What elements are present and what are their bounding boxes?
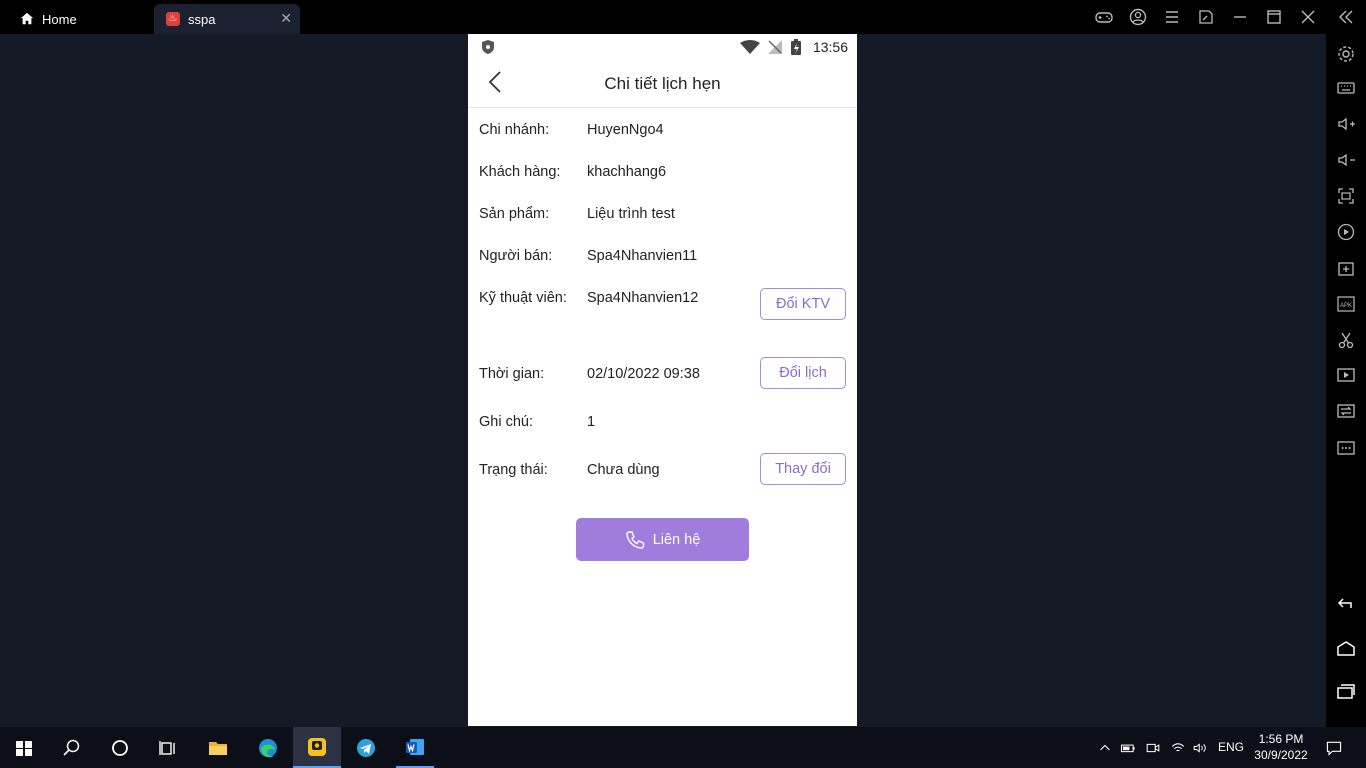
seller-value: Spa4Nhanvien11 [587,248,698,264]
customer-value: khachhang6 [587,164,667,180]
edge-browser-icon[interactable] [250,727,286,768]
apk-install-icon[interactable]: APK [1335,293,1357,315]
notification-center-icon[interactable] [1322,727,1346,768]
close-tab-icon[interactable]: ✕ [280,11,292,25]
windows-start-icon[interactable] [8,727,40,768]
home-icon [20,12,34,25]
file-explorer-icon[interactable] [200,727,236,768]
more-icon[interactable] [1335,437,1357,459]
technician-label: Kỹ thuật viên: [479,290,567,306]
branch-label: Chi nhánh: [479,122,550,138]
record-icon[interactable] [1335,221,1357,243]
tab-sspa[interactable]: ♨ sspa ✕ [154,4,300,34]
change-status-button[interactable]: Thay đổi [760,453,846,485]
android-recents-icon[interactable] [1335,680,1357,702]
task-view-icon[interactable] [152,727,184,768]
phone-icon [626,530,644,549]
clock-time: 1:56 PM [1258,732,1304,746]
scissors-icon[interactable] [1335,329,1357,351]
product-value: Liệu trình test [587,206,675,222]
network-tray-icon[interactable] [1168,727,1188,768]
tab-home[interactable]: Home [10,4,150,34]
reschedule-button[interactable]: Đổi lịch [760,357,846,389]
screen-capture-icon[interactable] [1335,185,1357,207]
status-bar-time: 13:56 [812,39,848,55]
battery-icon [791,39,801,55]
status-label: Trạng thái: [479,462,548,478]
technician-value: Spa4Nhanvien12 [587,290,699,306]
customer-label: Khách hàng: [479,164,561,180]
sspa-app-icon: ♨ [166,12,180,26]
note-value: 1 [587,414,596,430]
word-icon[interactable] [396,727,434,768]
ldplayer-taskbar-icon[interactable] [293,727,341,768]
minimize-icon[interactable] [1229,6,1251,28]
gamepad-icon[interactable] [1093,6,1115,28]
screenshot-window-icon[interactable] [1195,6,1217,28]
video-play-icon[interactable] [1335,364,1357,386]
telegram-icon[interactable] [348,727,384,768]
add-file-icon[interactable] [1335,257,1357,279]
clock-date: 30/9/2022 [1254,748,1308,762]
keyboard-icon[interactable] [1335,77,1357,99]
volume-up-icon[interactable] [1335,113,1357,135]
product-label: Sản phẩm: [479,206,550,222]
webcam-tray-icon[interactable] [1144,727,1162,768]
cortana-icon[interactable] [104,727,136,768]
seller-label: Người bán: [479,248,553,264]
maximize-icon[interactable] [1263,6,1285,28]
tab-sspa-label: sspa [188,11,216,27]
wifi-icon [740,40,760,54]
volume-tray-icon[interactable] [1190,727,1210,768]
windows-taskbar: ENG 1:56 PM 30/9/2022 [0,727,1366,768]
status-value: Chưa dùng [587,462,660,478]
battery-tray-icon[interactable] [1119,727,1137,768]
page-title: Chi tiết lịch hẹn [604,74,721,93]
account-icon[interactable] [1127,6,1149,28]
android-home-icon[interactable] [1335,637,1357,659]
settings-icon[interactable] [1335,43,1357,65]
no-signal-icon [768,40,782,54]
collapse-sidebar-icon[interactable] [1335,6,1357,28]
change-technician-button[interactable]: Đổi KTV [760,288,846,320]
tab-home-label: Home [42,11,77,27]
android-status-bar: 13:56 [468,34,857,60]
svg-text:APK: APK [1340,303,1352,309]
close-window-icon[interactable] [1297,6,1319,28]
phone-screen: 13:56 Chi tiết lịch hẹn Chi nhánh: Huyen… [468,34,857,726]
tray-chevron-up-icon[interactable] [1096,727,1114,768]
menu-icon[interactable] [1161,6,1183,28]
sync-icon[interactable] [1335,400,1357,422]
input-language[interactable]: ENG [1218,740,1244,754]
emulator-sidebar: APK [1326,34,1366,727]
contact-button-label: Liên hệ [652,531,701,548]
app-header: Chi tiết lịch hẹn [468,60,857,108]
emulator-title-bar: Home ♨ sspa ✕ [0,0,1366,34]
note-label: Ghi chú: [479,414,533,430]
contact-button[interactable]: Liên hệ [576,518,749,561]
taskbar-clock[interactable]: 1:56 PM 30/9/2022 [1250,731,1312,763]
android-back-icon[interactable] [1335,592,1357,614]
time-value: 02/10/2022 09:38 [587,366,700,382]
branch-value: HuyenNgo4 [587,122,664,138]
shield-notification-icon [482,40,494,54]
volume-down-icon[interactable] [1335,149,1357,171]
time-label: Thời gian: [479,366,545,382]
search-icon[interactable] [56,727,88,768]
